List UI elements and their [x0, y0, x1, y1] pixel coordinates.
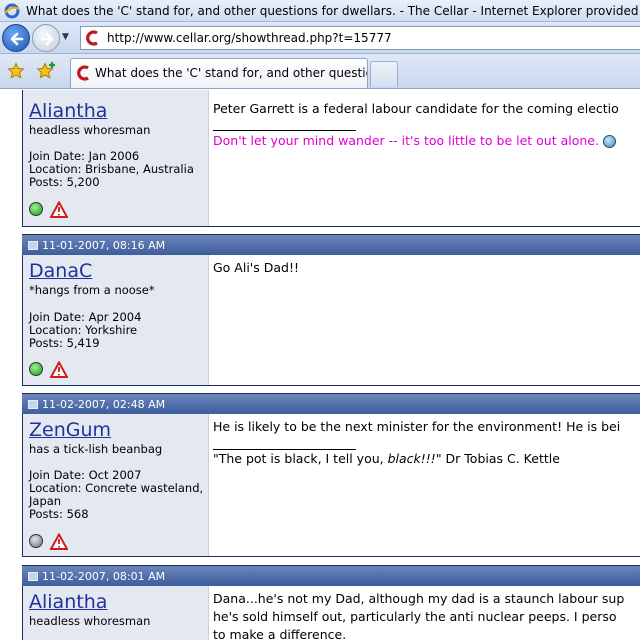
offline-status-icon	[29, 534, 43, 548]
cellar-favicon-icon	[86, 30, 98, 46]
post: ZenGum has a tick-lish beanbag Join Date…	[22, 414, 640, 557]
tab-bar: What does the 'C' stand for, and other q…	[0, 54, 640, 89]
post-icon	[28, 400, 38, 409]
post-icon	[28, 572, 38, 581]
back-arrow-icon	[10, 32, 24, 46]
username-link[interactable]: DanaC	[29, 260, 92, 282]
add-favorites-icon[interactable]	[36, 62, 56, 80]
signature-part: "The pot is black, I tell you,	[213, 451, 388, 466]
online-status-icon	[29, 362, 43, 376]
favorites-star-icon[interactable]	[7, 62, 25, 80]
signature-text: Don't let your mind wander -- it's too l…	[213, 132, 616, 150]
username-link[interactable]: Aliantha	[29, 100, 107, 122]
post-message: Go Ali's Dad!!	[213, 260, 299, 275]
signature-text-content: Don't let your mind wander -- it's too l…	[213, 133, 599, 148]
post: Aliantha headless whoresman Join Date: J…	[22, 90, 640, 227]
cellar-favicon-icon	[77, 65, 89, 81]
post-header: 11-02-2007, 08:01 AM	[22, 565, 640, 586]
tab-label: What does the 'C' stand for, and other q…	[95, 66, 367, 80]
online-status-icon	[29, 202, 43, 216]
post-header: 11-02-2007, 02:48 AM	[22, 393, 640, 414]
post-message: he's sold himself out, particularly the …	[213, 609, 617, 624]
post-count: Posts: 5,419	[29, 336, 100, 350]
window-title: What does the 'C' stand for, and other q…	[26, 4, 640, 18]
signature-text: "The pot is black, I tell you, black!!!"…	[213, 450, 560, 468]
new-tab-button[interactable]	[370, 61, 398, 87]
back-button[interactable]	[2, 24, 30, 52]
recent-pages-dropdown[interactable]: ▼	[62, 32, 72, 42]
address-input[interactable]: http://www.cellar.org/showthread.php?t=1…	[80, 26, 640, 50]
user-info-panel: DanaC *hangs from a noose* Join Date: Ap…	[23, 255, 209, 385]
address-toolbar: ▼ http://www.cellar.org/showthread.php?t…	[0, 22, 640, 54]
report-post-icon[interactable]	[50, 201, 68, 219]
user-info-panel: Aliantha headless whoresman Join Date: J…	[23, 90, 209, 226]
post-count: Posts: 568	[29, 507, 89, 521]
user-title: *hangs from a noose*	[29, 283, 155, 297]
post-date: 11-02-2007, 08:01 AM	[42, 570, 166, 583]
report-post-icon[interactable]	[50, 361, 68, 379]
tab-cellar-thread[interactable]: What does the 'C' stand for, and other q…	[70, 58, 368, 88]
ie-logo-icon	[4, 3, 20, 19]
user-title: headless whoresman	[29, 614, 151, 628]
post-message: to make a difference.	[213, 627, 347, 640]
user-title: headless whoresman	[29, 123, 151, 137]
forward-button[interactable]	[32, 24, 60, 52]
signature-part: " Dr Tobias C. Kettle	[435, 451, 560, 466]
post: DanaC *hangs from a noose* Join Date: Ap…	[22, 255, 640, 386]
smiley-icon	[602, 135, 616, 148]
post-icon	[28, 241, 38, 250]
forward-arrow-icon	[40, 32, 54, 46]
thread-content: Aliantha headless whoresman Join Date: J…	[0, 90, 640, 640]
post-header: 11-01-2007, 08:16 AM	[22, 234, 640, 255]
post: Aliantha headless whoresman Dana...he's …	[22, 586, 640, 640]
post-message: Dana...he's not my Dad, although my dad …	[213, 591, 625, 606]
user-info-panel: Aliantha headless whoresman	[23, 586, 209, 640]
post-count: Posts: 5,200	[29, 175, 100, 189]
user-info-panel: ZenGum has a tick-lish beanbag Join Date…	[23, 414, 209, 556]
post-message: Peter Garrett is a federal labour candid…	[213, 101, 619, 116]
username-link[interactable]: Aliantha	[29, 591, 107, 613]
signature-italic: black!!!	[387, 451, 436, 466]
username-link[interactable]: ZenGum	[29, 419, 111, 441]
signature-divider	[213, 130, 356, 131]
window-titlebar: What does the 'C' stand for, and other q…	[0, 0, 640, 22]
post-message: He is likely to be the next minister for…	[213, 419, 621, 434]
post-date: 11-02-2007, 02:48 AM	[42, 398, 166, 411]
address-url: http://www.cellar.org/showthread.php?t=1…	[107, 31, 392, 45]
report-post-icon[interactable]	[50, 533, 68, 551]
user-title: has a tick-lish beanbag	[29, 442, 163, 456]
post-date: 11-01-2007, 08:16 AM	[42, 239, 166, 252]
